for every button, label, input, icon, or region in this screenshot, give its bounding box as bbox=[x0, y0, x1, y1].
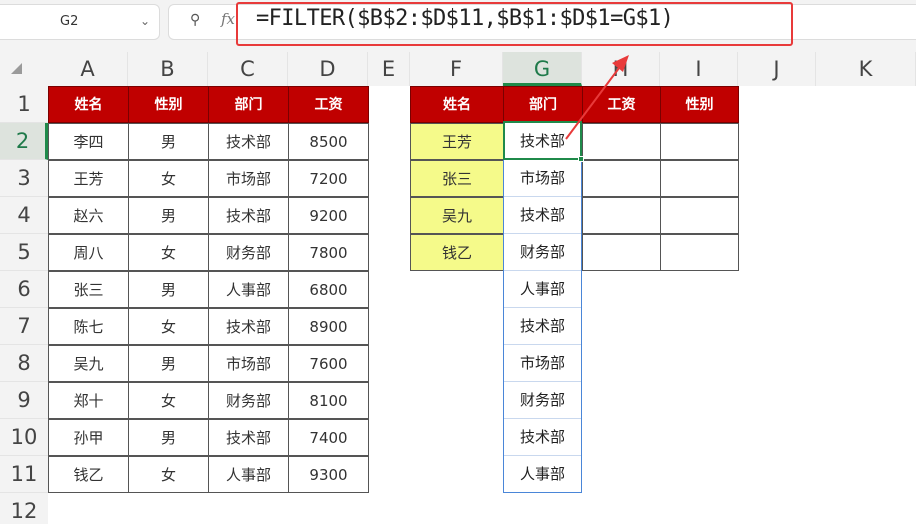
source-data-cell[interactable]: 女 bbox=[128, 160, 209, 197]
lookup-empty-cell[interactable] bbox=[660, 123, 739, 160]
row-header-7[interactable]: 7 bbox=[0, 308, 48, 345]
row-header-8[interactable]: 8 bbox=[0, 345, 48, 382]
source-data-cell[interactable]: 财务部 bbox=[208, 234, 289, 271]
source-data-cell[interactable]: 郑十 bbox=[48, 382, 129, 419]
column-header-f[interactable]: F bbox=[410, 52, 503, 86]
source-data-cell[interactable]: 技术部 bbox=[208, 197, 289, 234]
lookup-empty-cell[interactable] bbox=[660, 197, 739, 234]
zoom-icon[interactable]: ⚲ bbox=[190, 12, 200, 28]
lookup-header-cell[interactable]: 工资 bbox=[582, 86, 661, 123]
source-data-cell[interactable]: 男 bbox=[128, 419, 209, 456]
row-header-10[interactable]: 10 bbox=[0, 419, 48, 456]
source-data-cell[interactable]: 吴九 bbox=[48, 345, 129, 382]
lookup-name-cell[interactable]: 钱乙 bbox=[410, 234, 504, 271]
row-header-12[interactable]: 12 bbox=[0, 493, 48, 524]
source-data-cell[interactable]: 女 bbox=[128, 308, 209, 345]
source-data-cell[interactable]: 周八 bbox=[48, 234, 129, 271]
source-data-cell[interactable]: 8100 bbox=[288, 382, 369, 419]
lookup-name-cell[interactable]: 吴九 bbox=[410, 197, 504, 234]
row-header-3[interactable]: 3 bbox=[0, 160, 48, 197]
column-header-j[interactable]: J bbox=[738, 52, 816, 86]
column-header-d[interactable]: D bbox=[288, 52, 368, 86]
column-header-e[interactable]: E bbox=[368, 52, 410, 86]
lookup-header-cell[interactable]: 部门 bbox=[503, 86, 583, 123]
source-data-cell[interactable]: 女 bbox=[128, 382, 209, 419]
source-data-cell[interactable]: 男 bbox=[128, 123, 209, 160]
lookup-empty-cell[interactable] bbox=[582, 234, 661, 271]
source-data-cell[interactable]: 女 bbox=[128, 234, 209, 271]
lookup-empty-cell[interactable] bbox=[660, 234, 739, 271]
source-data-cell[interactable]: 技术部 bbox=[208, 308, 289, 345]
source-data-cell[interactable]: 赵六 bbox=[48, 197, 129, 234]
lookup-name-cell[interactable]: 张三 bbox=[410, 160, 504, 197]
select-all-icon[interactable] bbox=[11, 63, 22, 74]
column-header-i[interactable]: I bbox=[660, 52, 738, 86]
source-data-cell[interactable]: 女 bbox=[128, 456, 209, 493]
lookup-header-cell[interactable]: 性别 bbox=[660, 86, 739, 123]
source-data-cell[interactable]: 市场部 bbox=[208, 160, 289, 197]
source-data-cell[interactable]: 7200 bbox=[288, 160, 369, 197]
source-data-cell[interactable]: 王芳 bbox=[48, 160, 129, 197]
source-data-cell[interactable]: 人事部 bbox=[208, 271, 289, 308]
source-data-cell[interactable]: 技术部 bbox=[208, 419, 289, 456]
lookup-header-cell[interactable]: 姓名 bbox=[410, 86, 504, 123]
column-header-k[interactable]: K bbox=[816, 52, 916, 86]
source-data-cell[interactable]: 李四 bbox=[48, 123, 129, 160]
source-data-cell[interactable]: 男 bbox=[128, 271, 209, 308]
row-header-4[interactable]: 4 bbox=[0, 197, 48, 234]
column-header-c[interactable]: C bbox=[208, 52, 288, 86]
column-header-g[interactable]: G bbox=[503, 52, 582, 86]
source-header-cell[interactable]: 部门 bbox=[208, 86, 289, 123]
active-cell-outline[interactable] bbox=[503, 121, 582, 160]
source-data-cell[interactable]: 钱乙 bbox=[48, 456, 129, 493]
lookup-name-cell[interactable]: 王芳 bbox=[410, 123, 504, 160]
column-header-b[interactable]: B bbox=[128, 52, 208, 86]
source-data-cell[interactable]: 7600 bbox=[288, 345, 369, 382]
source-data-cell[interactable]: 8500 bbox=[288, 123, 369, 160]
fill-handle[interactable] bbox=[578, 156, 584, 162]
source-data-cell[interactable]: 9200 bbox=[288, 197, 369, 234]
name-box-value: G2 bbox=[60, 14, 79, 29]
source-data-cell[interactable]: 张三 bbox=[48, 271, 129, 308]
spill-range-border bbox=[503, 122, 582, 493]
source-data-cell[interactable]: 7400 bbox=[288, 419, 369, 456]
formula-text[interactable]: =FILTER($B$2:$D$11,$B$1:$D$1=G$1) bbox=[256, 6, 674, 31]
chevron-down-icon[interactable]: ⌄ bbox=[140, 14, 150, 28]
lookup-empty-cell[interactable] bbox=[582, 123, 661, 160]
source-data-cell[interactable]: 市场部 bbox=[208, 345, 289, 382]
column-header-a[interactable]: A bbox=[48, 52, 128, 86]
row-header-9[interactable]: 9 bbox=[0, 382, 48, 419]
name-box[interactable]: G2 ⌄ bbox=[0, 4, 160, 40]
source-data-cell[interactable]: 陈七 bbox=[48, 308, 129, 345]
row-header-6[interactable]: 6 bbox=[0, 271, 48, 308]
lookup-empty-cell[interactable] bbox=[582, 160, 661, 197]
source-data-cell[interactable]: 9300 bbox=[288, 456, 369, 493]
select-all-corner[interactable] bbox=[0, 52, 48, 86]
row-header-1[interactable]: 1 bbox=[0, 86, 48, 123]
source-data-cell[interactable]: 财务部 bbox=[208, 382, 289, 419]
source-data-cell[interactable]: 人事部 bbox=[208, 456, 289, 493]
row-header-5[interactable]: 5 bbox=[0, 234, 48, 271]
source-data-cell[interactable]: 7800 bbox=[288, 234, 369, 271]
fx-icon[interactable]: fx bbox=[221, 10, 235, 28]
source-data-cell[interactable]: 孙甲 bbox=[48, 419, 129, 456]
column-header-h[interactable]: H bbox=[582, 52, 660, 86]
source-data-cell[interactable]: 男 bbox=[128, 197, 209, 234]
lookup-empty-cell[interactable] bbox=[582, 197, 661, 234]
row-header-11[interactable]: 11 bbox=[0, 456, 48, 493]
source-header-cell[interactable]: 工资 bbox=[288, 86, 369, 123]
source-data-cell[interactable]: 男 bbox=[128, 345, 209, 382]
source-header-cell[interactable]: 姓名 bbox=[48, 86, 129, 123]
source-data-cell[interactable]: 8900 bbox=[288, 308, 369, 345]
row-header-2[interactable]: 2 bbox=[0, 123, 48, 160]
source-header-cell[interactable]: 性别 bbox=[128, 86, 209, 123]
source-data-cell[interactable]: 技术部 bbox=[208, 123, 289, 160]
lookup-empty-cell[interactable] bbox=[660, 160, 739, 197]
source-data-cell[interactable]: 6800 bbox=[288, 271, 369, 308]
